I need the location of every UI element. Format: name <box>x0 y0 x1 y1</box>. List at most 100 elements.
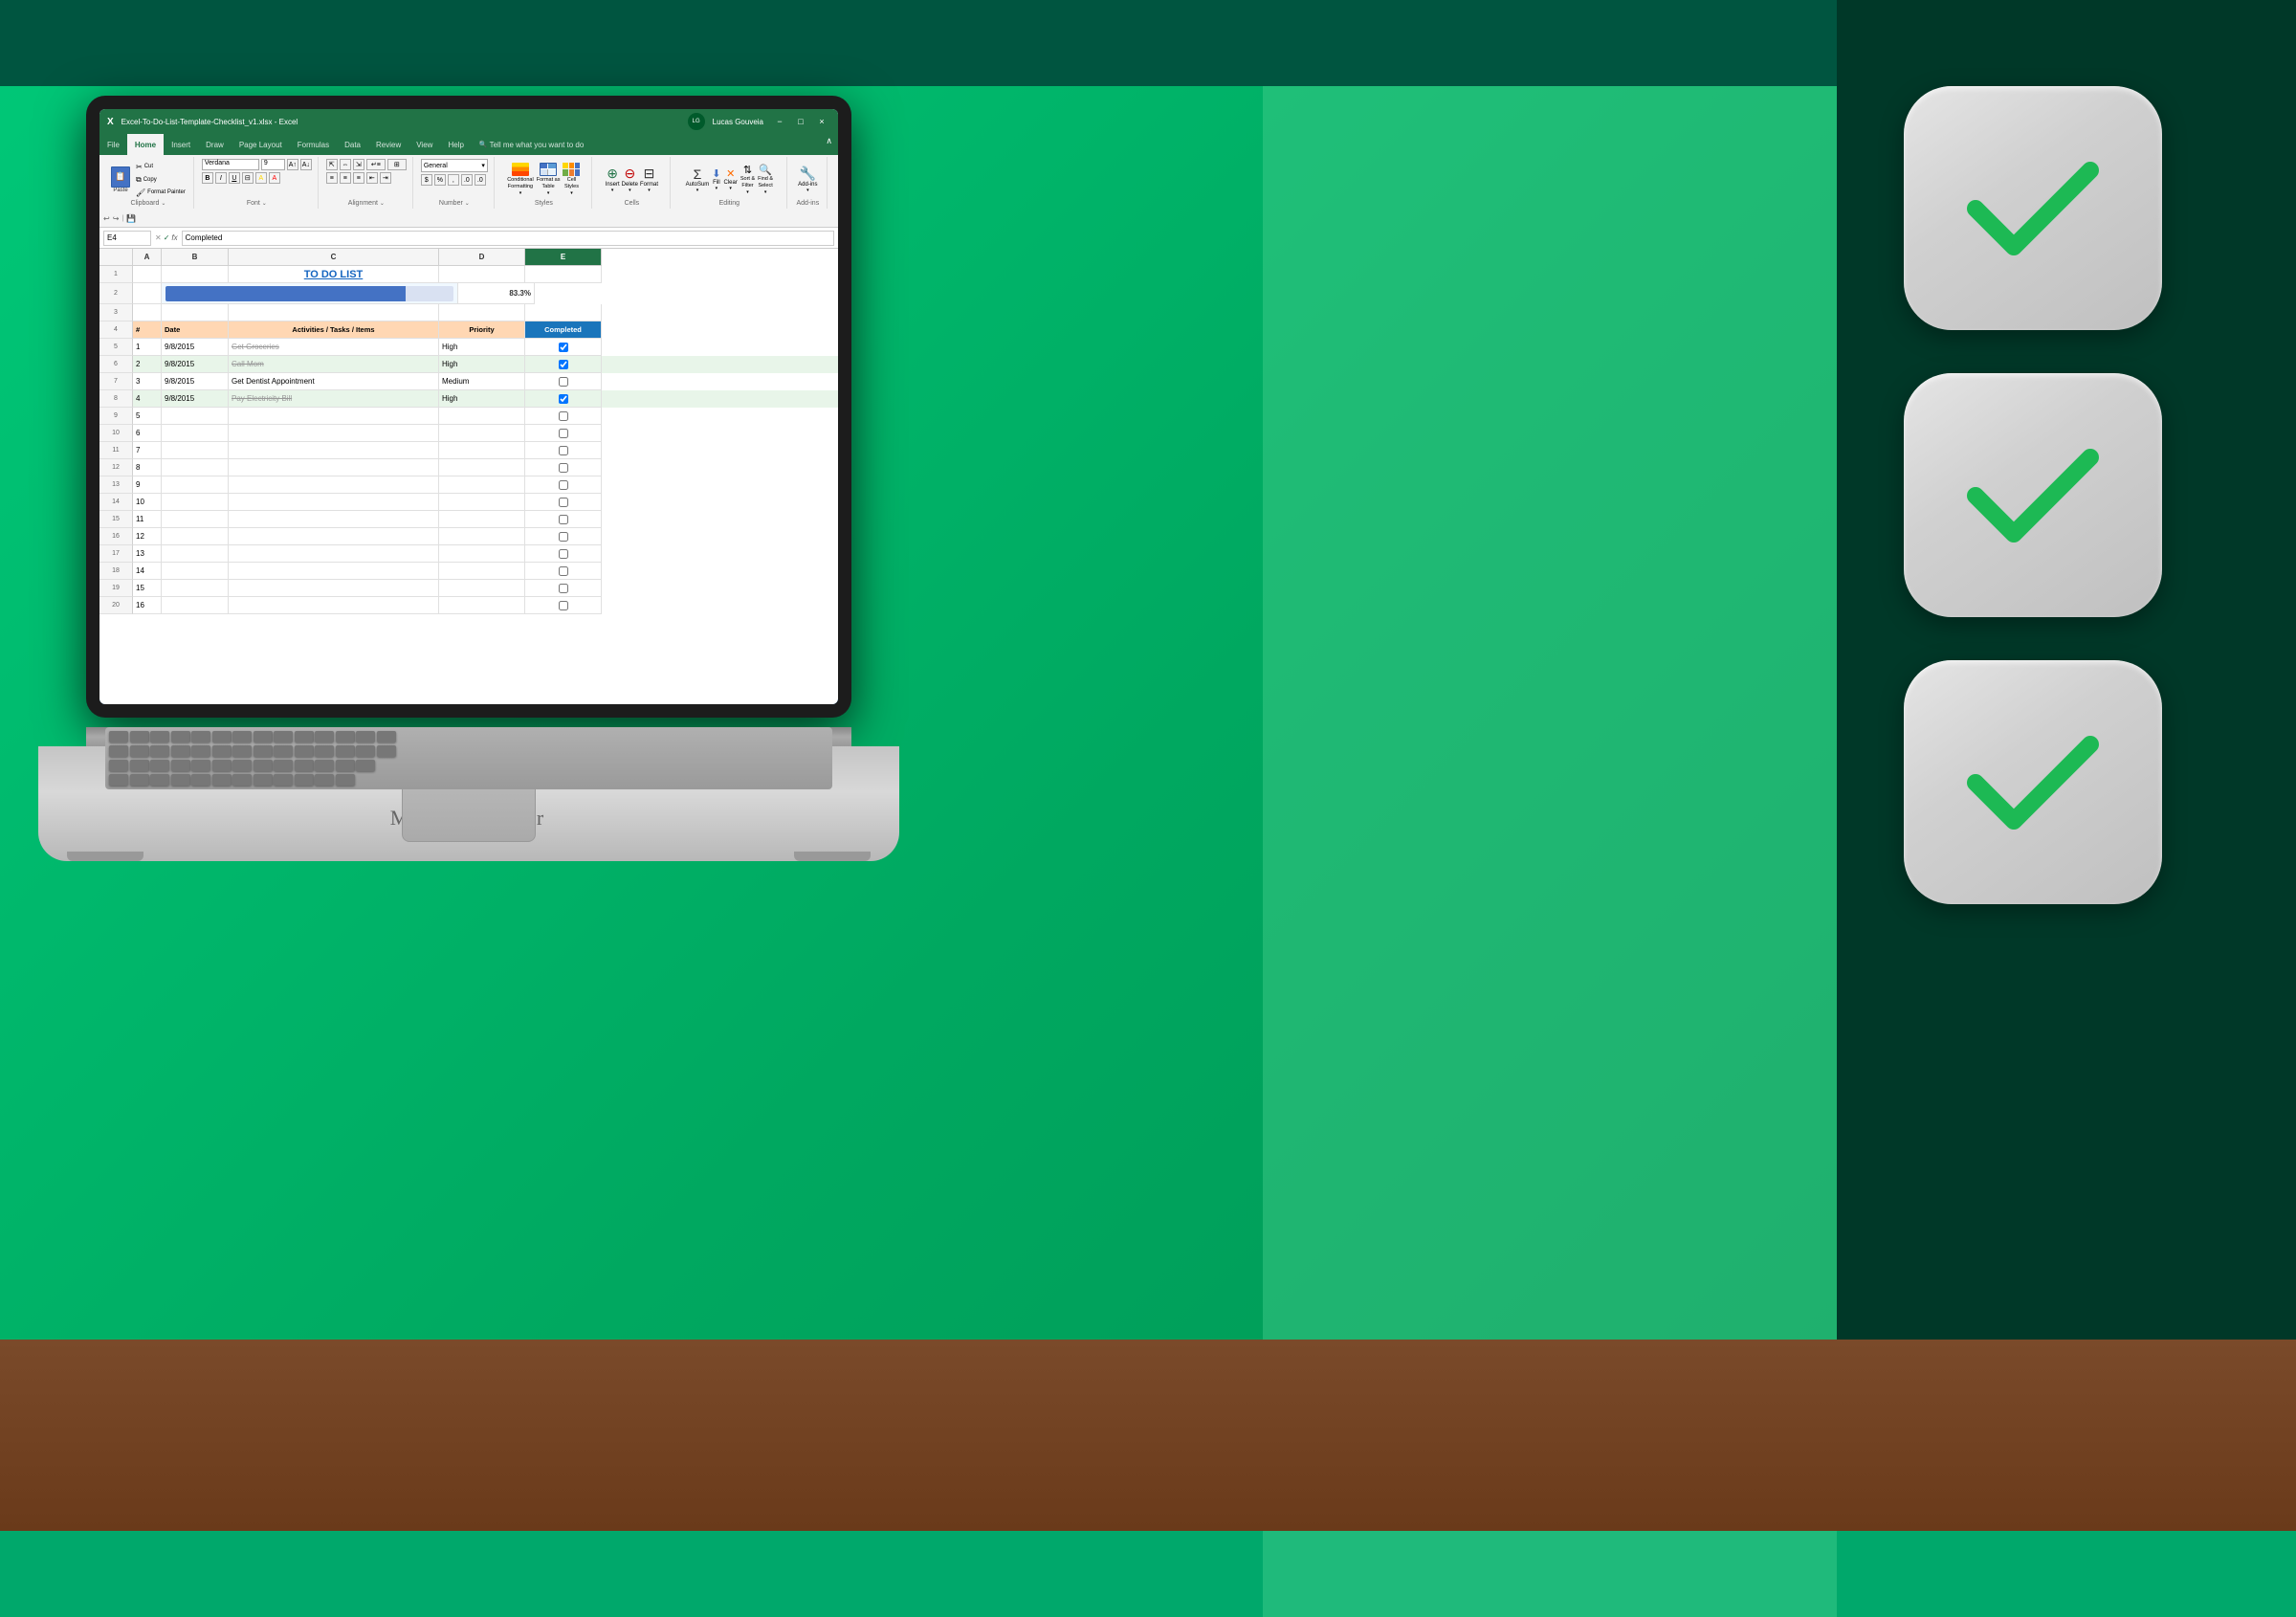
key[interactable] <box>212 745 232 757</box>
cell-c7[interactable]: Get Dentist Appointment <box>229 373 439 390</box>
key[interactable] <box>109 760 128 771</box>
cell-d7[interactable]: Medium <box>439 373 525 390</box>
cell-a4[interactable]: # <box>133 321 162 339</box>
ribbon-expand-icon[interactable]: ∧ <box>820 134 838 155</box>
col-header-c[interactable]: C <box>229 249 439 266</box>
wrap-text-btn[interactable]: ↵≡ <box>366 159 386 170</box>
key[interactable] <box>295 774 314 786</box>
key[interactable] <box>274 745 293 757</box>
tab-search[interactable]: 🔍 Tell me what you want to do <box>472 134 591 155</box>
tab-home[interactable]: Home <box>127 134 164 155</box>
cell-a2[interactable] <box>133 283 162 304</box>
key[interactable] <box>356 760 375 771</box>
key[interactable] <box>171 731 190 742</box>
cell-a5[interactable]: 1 <box>133 339 162 356</box>
key[interactable] <box>232 731 252 742</box>
cell-b1[interactable] <box>162 266 229 283</box>
border-btn[interactable]: ⊟ <box>242 172 254 184</box>
cell-a1[interactable] <box>133 266 162 283</box>
key[interactable] <box>377 731 396 742</box>
cell-d4[interactable]: Priority <box>439 321 525 339</box>
tab-data[interactable]: Data <box>337 134 368 155</box>
key[interactable] <box>191 774 210 786</box>
key[interactable] <box>254 774 273 786</box>
addins-btn[interactable]: 🔧 Add-ins ▾ <box>798 166 817 193</box>
cell-c1[interactable]: TO DO LIST <box>229 266 439 283</box>
decrease-font-btn[interactable]: A↓ <box>300 159 312 170</box>
key[interactable] <box>191 731 210 742</box>
key[interactable] <box>109 774 128 786</box>
key[interactable] <box>212 731 232 742</box>
key[interactable] <box>315 774 334 786</box>
key[interactable] <box>232 774 252 786</box>
cell-b4[interactable]: Date <box>162 321 229 339</box>
number-format-select[interactable]: General ▾ <box>421 159 488 172</box>
key[interactable] <box>150 774 169 786</box>
tab-file[interactable]: File <box>99 134 127 155</box>
key[interactable] <box>130 774 149 786</box>
key[interactable] <box>295 731 314 742</box>
cell-e4[interactable]: Completed <box>525 321 602 339</box>
col-header-b[interactable]: B <box>162 249 229 266</box>
tab-draw[interactable]: Draw <box>198 134 232 155</box>
cell-e3[interactable] <box>525 304 602 321</box>
col-header-a[interactable]: A <box>133 249 162 266</box>
checkbox-7[interactable] <box>559 377 568 387</box>
key[interactable] <box>295 745 314 757</box>
cell-c3[interactable] <box>229 304 439 321</box>
format-painter-button[interactable]: 🖌 Format Painter <box>134 188 188 198</box>
cut-button[interactable]: ✂ Cut <box>134 162 188 172</box>
clear-btn[interactable]: ✕ Clear ▾ <box>724 167 738 191</box>
cell-c4[interactable]: Activities / Tasks / Items <box>229 321 439 339</box>
key[interactable] <box>232 760 252 771</box>
comma-btn[interactable]: , <box>448 174 459 186</box>
key[interactable] <box>254 745 273 757</box>
decrease-indent-btn[interactable]: ⇤ <box>366 172 378 184</box>
cell-a6[interactable]: 2 <box>133 356 162 373</box>
key[interactable] <box>150 731 169 742</box>
cell-reference-box[interactable]: E4 <box>103 231 151 246</box>
bold-btn[interactable]: B <box>202 172 213 184</box>
key[interactable] <box>130 745 149 757</box>
key[interactable] <box>274 760 293 771</box>
cell-a3[interactable] <box>133 304 162 321</box>
cell-progress-pct[interactable]: 83.3% <box>458 283 535 304</box>
key[interactable] <box>171 745 190 757</box>
minimize-btn[interactable]: − <box>771 115 788 128</box>
cell-d3[interactable] <box>439 304 525 321</box>
key[interactable] <box>254 760 273 771</box>
key[interactable] <box>150 745 169 757</box>
key[interactable] <box>109 731 128 742</box>
close-btn[interactable]: × <box>813 115 830 128</box>
cell-d8[interactable]: High <box>439 390 525 408</box>
cell-e7[interactable] <box>525 373 602 390</box>
fill-btn[interactable]: ⬇ Fill ▾ <box>712 167 720 191</box>
format-btn[interactable]: ⊟ Format ▾ <box>640 166 658 193</box>
italic-btn[interactable]: I <box>215 172 227 184</box>
key[interactable] <box>191 745 210 757</box>
align-top-btn[interactable]: ⇱ <box>326 159 338 170</box>
key[interactable] <box>274 731 293 742</box>
key[interactable] <box>212 774 232 786</box>
sort-filter-btn[interactable]: ⇅ Sort &Filter ▾ <box>740 164 755 194</box>
cell-d6[interactable]: High <box>439 356 525 373</box>
accounting-btn[interactable]: $ <box>421 174 432 186</box>
cell-b6[interactable]: 9/8/2015 <box>162 356 229 373</box>
underline-btn[interactable]: U <box>229 172 240 184</box>
decrease-decimal-btn[interactable]: .0 <box>475 174 486 186</box>
font-name-select[interactable]: Verdana <box>202 159 259 170</box>
key[interactable] <box>171 760 190 771</box>
col-header-d[interactable]: D <box>439 249 525 266</box>
key[interactable] <box>377 745 396 757</box>
key[interactable] <box>315 731 334 742</box>
key[interactable] <box>336 760 355 771</box>
key[interactable] <box>150 760 169 771</box>
cell-a8[interactable]: 4 <box>133 390 162 408</box>
tab-insert[interactable]: Insert <box>164 134 198 155</box>
checkbox-8[interactable] <box>559 394 568 404</box>
checkbox-6[interactable] <box>559 360 568 369</box>
autosum-btn[interactable]: Σ AutoSum ▾ <box>686 166 710 193</box>
window-controls[interactable]: − □ × <box>771 115 830 128</box>
cancel-formula-icon[interactable]: ✕ <box>155 233 162 242</box>
key[interactable] <box>336 745 355 757</box>
